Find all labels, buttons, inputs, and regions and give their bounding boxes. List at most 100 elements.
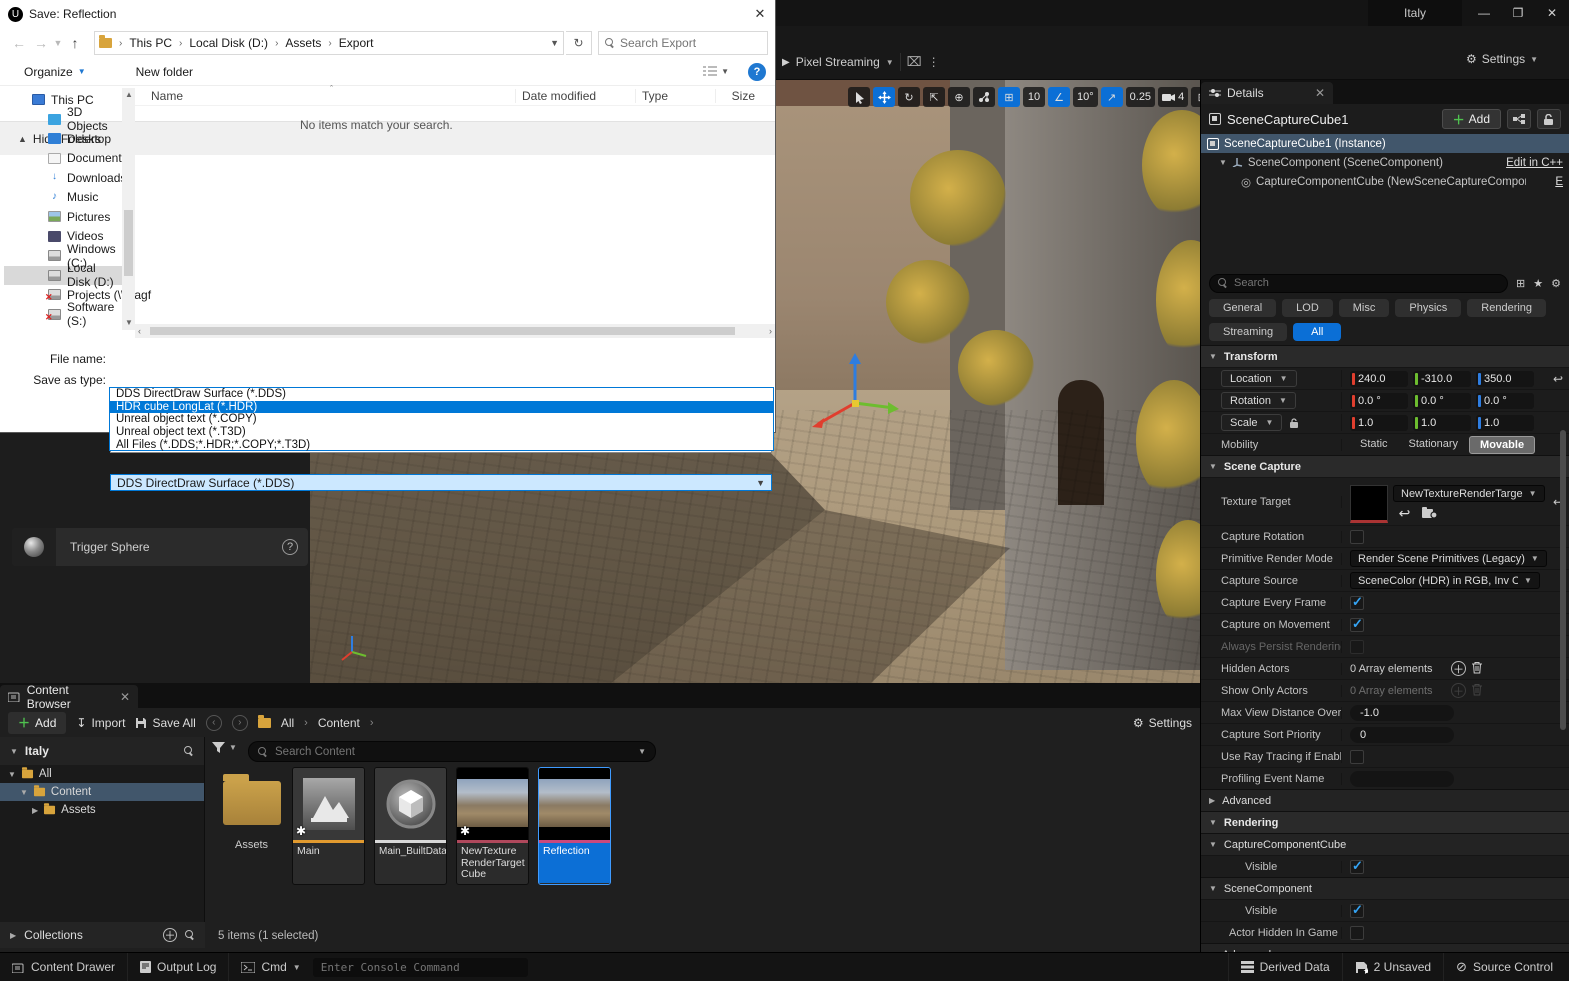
sidebar-item-software-s[interactable]: Software (S:) — [4, 305, 122, 325]
display-options-icon[interactable]: ⊞ — [1516, 277, 1525, 290]
close-icon[interactable]: ✕ — [120, 690, 130, 704]
tree-item-content[interactable]: ▼Content — [0, 783, 204, 801]
address-dropdown-icon[interactable]: ▼ — [550, 38, 559, 48]
scrollbar-thumb[interactable] — [150, 327, 735, 335]
reset-location-button[interactable]: ↩ — [1553, 372, 1563, 386]
rotation-snap-button[interactable]: ∠ — [1048, 87, 1070, 107]
address-bar[interactable]: › This PC › Local Disk (D:) › Assets › E… — [94, 31, 564, 55]
add-component-button[interactable]: ＋Add — [1442, 109, 1501, 129]
asset-tile-reflection[interactable]: Reflection — [538, 767, 611, 885]
save-as-type-select[interactable]: DDS DirectDraw Surface (*.DDS)▼ — [110, 474, 772, 491]
scale-snap-button[interactable]: ↗ — [1101, 87, 1123, 107]
asset-tile-assets-folder[interactable]: Assets — [215, 767, 288, 851]
search-icon[interactable] — [184, 746, 194, 756]
column-date-modified[interactable]: Date modified — [515, 89, 635, 103]
crumb-export[interactable]: Export — [339, 36, 374, 50]
scale-tool-button[interactable]: ⇱ — [923, 87, 945, 107]
grid-snap-value[interactable]: 10 — [1023, 87, 1045, 107]
filter-button[interactable]: ▼ — [212, 742, 237, 753]
edit-in-cpp-link[interactable]: Edit in C++ — [1506, 157, 1563, 169]
cb-settings-button[interactable]: ⚙Settings — [1133, 716, 1192, 730]
streaming-camera-icon[interactable]: ⌧ — [907, 54, 922, 70]
chevron-down-icon[interactable]: ▼ — [1219, 158, 1227, 167]
capture-every-frame-checkbox[interactable] — [1350, 596, 1364, 610]
add-asset-button[interactable]: ＋Add — [8, 712, 66, 734]
component-row-scene-component[interactable]: ▼ SceneComponent (SceneComponent) Edit i… — [1201, 153, 1569, 172]
close-button[interactable]: ✕ — [1535, 0, 1569, 26]
scroll-down-icon[interactable]: ▼ — [125, 318, 133, 327]
import-button[interactable]: ↧Import — [76, 716, 125, 730]
move-tool-button[interactable] — [873, 87, 895, 107]
sidebar-item-documents[interactable]: Documents — [4, 149, 122, 169]
scrollbar-thumb[interactable] — [124, 210, 133, 276]
capture-source-dropdown[interactable]: SceneColor (HDR) in RGB, Inv Opacity▼ — [1350, 572, 1540, 589]
close-icon[interactable]: ✕ — [1315, 86, 1325, 100]
collections-bar[interactable]: ▶ Collections ＋ — [0, 922, 205, 948]
sidebar-item-3d-objects[interactable]: 3D Objects — [4, 110, 122, 130]
rotation-dropdown[interactable]: Rotation▼ — [1221, 392, 1296, 409]
tab-content-browser[interactable]: Content Browser ✕ — [0, 685, 138, 708]
sidebar-item-local-disk-d[interactable]: Local Disk (D:) — [4, 266, 122, 286]
asset-tile-main-builtdata[interactable]: Main_BuiltData — [374, 767, 447, 885]
capture-rotation-checkbox[interactable] — [1350, 530, 1364, 544]
texture-target-thumbnail[interactable] — [1350, 485, 1388, 523]
refresh-icon[interactable]: ↻ — [566, 31, 592, 55]
primitive-render-mode-dropdown[interactable]: Render Scene Primitives (Legacy)▼ — [1350, 550, 1547, 567]
sidebar-item-music[interactable]: ♪Music — [4, 188, 122, 208]
sort-caret-icon[interactable]: ˆ — [330, 84, 333, 94]
column-type[interactable]: Type — [635, 89, 715, 103]
component-row-capture-component[interactable]: ◎ CaptureComponentCube (NewSceneCaptureC… — [1201, 172, 1569, 191]
sidebar-item-desktop[interactable]: Desktop — [4, 129, 122, 149]
dialog-search-box[interactable] — [598, 31, 768, 55]
scene-capture-advanced[interactable]: ▶Advanced — [1201, 789, 1569, 811]
derived-data-button[interactable]: Derived Data — [1228, 953, 1342, 981]
mobility-movable[interactable]: Movable — [1469, 436, 1535, 454]
rotation-x-field[interactable]: 0.0 ° — [1350, 393, 1408, 409]
sidebar-scrollbar[interactable]: ▲ ▼ — [122, 88, 135, 330]
output-log-button[interactable]: Output Log — [128, 953, 229, 981]
save-all-button[interactable]: Save All — [135, 716, 195, 730]
scroll-left-icon[interactable]: ‹ — [138, 326, 141, 336]
column-name[interactable]: Name — [135, 89, 515, 103]
help-icon[interactable]: ? — [282, 539, 298, 555]
asset-tile-main[interactable]: ✱ Main — [292, 767, 365, 885]
option-t3d[interactable]: Unreal object text (*.T3D) — [110, 426, 773, 439]
forward-icon[interactable]: › — [232, 715, 248, 731]
option-copy[interactable]: Unreal object text (*.COPY) — [110, 413, 773, 426]
edit-link-truncated[interactable]: E — [1555, 176, 1563, 188]
details-scrollbar[interactable] — [1560, 430, 1566, 730]
location-x-field[interactable]: 240.0 — [1350, 371, 1408, 387]
scale-y-field[interactable]: 1.0 — [1413, 415, 1471, 431]
actor-hidden-checkbox[interactable] — [1350, 926, 1364, 940]
crumb-local-disk-d[interactable]: Local Disk (D:) — [189, 36, 268, 50]
lock-icon[interactable] — [1537, 109, 1561, 129]
location-z-field[interactable]: 350.0 — [1476, 371, 1534, 387]
place-actor-trigger-sphere[interactable]: Trigger Sphere ? — [12, 528, 308, 566]
chip-general[interactable]: General — [1209, 299, 1276, 317]
search-icon[interactable] — [185, 930, 195, 940]
use-selected-asset-icon[interactable]: ↩ — [1397, 506, 1412, 521]
back-icon[interactable]: ← — [8, 35, 30, 51]
chip-misc[interactable]: Misc — [1339, 299, 1390, 317]
location-y-field[interactable]: -310.0 — [1413, 371, 1471, 387]
rotation-snap-value[interactable]: 10° — [1073, 87, 1098, 107]
content-search[interactable]: ▼ — [248, 741, 656, 762]
tab-details[interactable]: Details ✕ — [1201, 82, 1333, 104]
scale-dropdown[interactable]: Scale▼ — [1221, 414, 1282, 431]
sources-header[interactable]: ▼ Italy — [0, 737, 204, 765]
rotate-tool-button[interactable]: ↻ — [898, 87, 920, 107]
world-space-button[interactable]: ⊕ — [948, 87, 970, 107]
use-ray-tracing-checkbox[interactable] — [1350, 750, 1364, 764]
option-all-files[interactable]: All Files (*.DDS;*.HDR;*.COPY;*.T3D) — [110, 438, 773, 451]
restore-button[interactable]: ❐ — [1501, 0, 1535, 26]
minimize-button[interactable]: — — [1467, 0, 1501, 26]
scale-lock-icon[interactable] — [1290, 418, 1299, 428]
pixel-streaming-button[interactable]: ▶ Pixel Streaming ▼ ⌧ ⋮ — [782, 50, 940, 74]
rotation-z-field[interactable]: 0.0 ° — [1476, 393, 1534, 409]
cmd-dropdown[interactable]: Cmd ▼ — [229, 953, 312, 981]
forward-icon[interactable]: → — [30, 35, 52, 51]
component-row-instance[interactable]: SceneCaptureCube1 (Instance) — [1201, 134, 1569, 153]
surface-snap-button[interactable] — [973, 87, 995, 107]
sidebar-item-downloads[interactable]: ↓Downloads — [4, 168, 122, 188]
recent-locations-icon[interactable]: ▼ — [52, 38, 64, 48]
